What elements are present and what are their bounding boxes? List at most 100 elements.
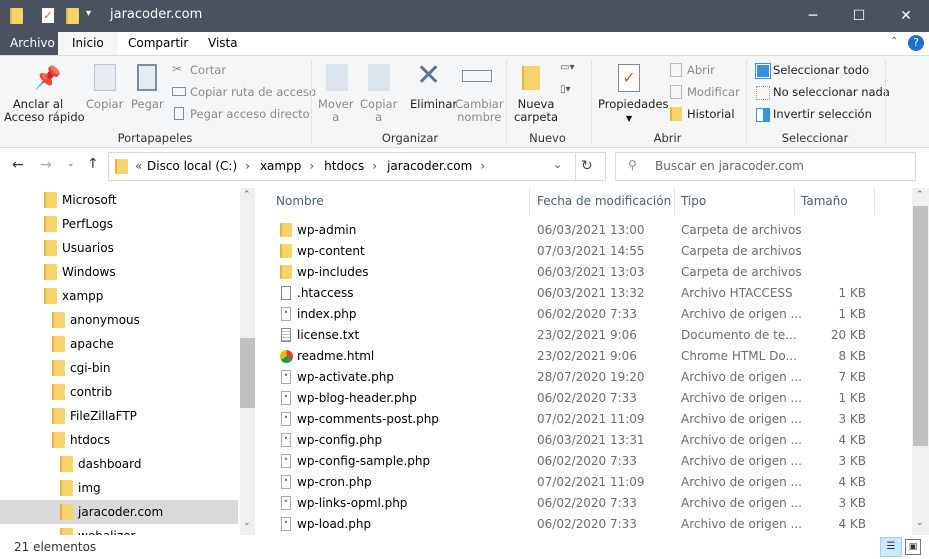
file-row[interactable]: • wp-config-sample.php 06/02/2020 7:33 Arch… [270, 451, 910, 472]
details-view-button[interactable]: ☰ [880, 537, 902, 557]
new-folder-qat-icon[interactable] [66, 8, 79, 24]
search-box[interactable]: ⚲ Buscar en jaracoder.com [615, 152, 916, 181]
tab-compartir[interactable]: Compartir [118, 32, 198, 55]
file-row[interactable]: license.txt 23/02/2021 9:06 Documento de t… [270, 325, 910, 346]
file-row[interactable]: • wp-links-opml.php 06/02/2020 7:33 Archivo… [270, 493, 910, 514]
file-row[interactable]: • wp-cron.php 07/02/2021 11:09 Archivo de o… [270, 472, 910, 493]
breadcrumb-separator-icon[interactable]: › [245, 159, 250, 173]
nav-item[interactable]: cgi-bin [0, 356, 238, 380]
nav-item[interactable]: FileZillaFTP [0, 404, 238, 428]
file-row[interactable]: • wp-activate.php 28/07/2020 19:20 Archivo … [270, 367, 910, 388]
easy-access-icon[interactable]: ▯▾ [560, 84, 571, 95]
search-input[interactable]: Buscar en jaracoder.com [655, 159, 804, 173]
paste-button[interactable]: Pegar [131, 98, 164, 111]
breadcrumb-separator-icon[interactable]: › [480, 159, 485, 173]
invert-selection-button[interactable]: Invertir selección [773, 108, 872, 121]
copy-to-button[interactable]: Copiar a [360, 98, 397, 124]
nav-scrollbar[interactable]: ⌃ ⌄ [240, 188, 255, 535]
history-button[interactable]: Historial [687, 108, 735, 121]
nav-item[interactable]: anonymous [0, 308, 238, 332]
scrollbar-thumb[interactable] [913, 206, 928, 446]
file-size: 3 KB [838, 454, 866, 468]
nav-item[interactable]: apache [0, 332, 238, 356]
pin-quick-access-button[interactable]: Anclar al Acceso rápido [4, 98, 85, 124]
qat-dropdown-icon[interactable]: ▾ [86, 8, 91, 19]
recent-locations-icon[interactable]: ⌄ [67, 159, 75, 169]
column-header-type[interactable]: Tipo [675, 188, 795, 215]
properties-dropdown-icon[interactable]: ▼ [626, 114, 632, 123]
breadcrumb-item[interactable]: xampp [260, 159, 301, 173]
scroll-down-icon[interactable]: ⌄ [916, 518, 924, 528]
copy-button[interactable]: Copiar [86, 98, 123, 111]
nav-item[interactable]: contrib [0, 380, 238, 404]
new-folder-button[interactable]: Nueva carpeta [514, 98, 558, 124]
up-button[interactable]: ↑ [87, 156, 99, 172]
file-type: Documento de te... [681, 328, 797, 342]
address-bar[interactable]: « Disco local (C:) › xampp › htdocs › jaracode… [108, 152, 606, 181]
forward-button[interactable]: → [40, 157, 52, 173]
php-file-icon: • [281, 454, 291, 468]
scroll-up-icon[interactable]: ⌃ [243, 190, 251, 200]
file-row[interactable]: readme.html 23/02/2021 9:06 Chrome HTML Do… [270, 346, 910, 367]
nav-item[interactable]: PerfLogs [0, 212, 238, 236]
minimize-button[interactable]: ─ [790, 0, 836, 32]
select-all-button[interactable]: Seleccionar todo [773, 64, 869, 77]
delete-button[interactable]: Eliminar [410, 98, 457, 111]
nav-item[interactable]: img [0, 476, 238, 500]
rename-button[interactable]: Cambiar nombre [455, 98, 504, 124]
file-row[interactable]: • wp-config.php 06/03/2021 13:31 Archivo de… [270, 430, 910, 451]
cut-button[interactable]: Cortar [190, 64, 226, 77]
nav-item[interactable]: htdocs [0, 428, 238, 452]
paste-shortcut-button[interactable]: Pegar acceso directo [190, 108, 310, 121]
nav-item[interactable]: Windows [0, 260, 238, 284]
copy-path-button[interactable]: Copiar ruta de acceso [190, 86, 316, 99]
address-dropdown-icon[interactable]: ⌄ [553, 158, 562, 171]
file-row[interactable]: • wp-load.php 06/02/2020 7:33 Archivo de or… [270, 514, 910, 535]
breadcrumb-item[interactable]: htdocs [324, 159, 364, 173]
item-count: 21 elementos [14, 540, 97, 554]
tab-archivo[interactable]: Archivo [0, 32, 65, 55]
move-to-button[interactable]: Mover a [318, 98, 354, 124]
file-row[interactable]: • wp-comments-post.php 07/02/2021 11:09 Arc… [270, 409, 910, 430]
nav-item[interactable]: webalizer [0, 524, 238, 535]
breadcrumb-separator-icon[interactable]: › [372, 159, 377, 173]
file-row[interactable]: wp-content 07/03/2021 14:55 Carpeta de arc… [270, 241, 910, 262]
nav-item[interactable]: Usuarios [0, 236, 238, 260]
breadcrumb-item[interactable]: jaracoder.com [387, 159, 472, 173]
file-row[interactable]: wp-includes 06/03/2021 13:03 Carpeta de ar… [270, 262, 910, 283]
breadcrumb-item[interactable]: Disco local (C:) [147, 159, 237, 173]
refresh-button[interactable]: ↻ [581, 158, 593, 174]
nav-item[interactable]: dashboard [0, 452, 238, 476]
properties-qat-icon[interactable]: ✓ [42, 8, 54, 23]
close-button[interactable]: ✕ [883, 0, 929, 32]
open-button[interactable]: Abrir [687, 64, 715, 77]
file-list-scrollbar[interactable]: ⌃ ⌄ [912, 188, 929, 535]
nav-item[interactable]: Microsoft [0, 188, 238, 212]
file-row[interactable]: wp-admin 06/03/2021 13:00 Carpeta de archi… [270, 220, 910, 241]
column-header-date[interactable]: Fecha de modificación [531, 188, 675, 215]
breadcrumb-separator-icon[interactable]: › [309, 159, 314, 173]
nav-item[interactable]: xampp [0, 284, 238, 308]
file-row[interactable]: • wp-blog-header.php 06/02/2020 7:33 Archiv… [270, 388, 910, 409]
scrollbar-thumb[interactable] [240, 338, 255, 408]
file-icon [281, 286, 291, 300]
maximize-button[interactable]: ☐ [836, 0, 882, 32]
new-item-icon[interactable]: ▭▾ [560, 62, 574, 73]
large-icons-view-button[interactable]: ▣ [905, 539, 921, 555]
column-header-name[interactable]: Nombre [270, 188, 530, 215]
edit-button[interactable]: Modificar [687, 86, 740, 99]
collapse-ribbon-icon[interactable]: ⌃ [890, 36, 898, 47]
tab-vista[interactable]: Vista [198, 32, 798, 55]
select-none-button[interactable]: No seleccionar nada [773, 86, 890, 99]
help-icon[interactable]: ? [908, 35, 924, 51]
file-row[interactable]: • index.php 06/02/2020 7:33 Archivo de orig… [270, 304, 910, 325]
scroll-down-icon[interactable]: ⌄ [243, 518, 251, 528]
properties-button[interactable]: Propiedades [598, 98, 669, 111]
column-header-size[interactable]: Tamaño [795, 188, 875, 215]
tab-inicio[interactable]: Inicio [58, 32, 118, 56]
file-row[interactable]: .htaccess 06/03/2021 13:32 Archivo HTACCES… [270, 283, 910, 304]
back-button[interactable]: ← [12, 157, 24, 173]
overflow-chevron[interactable]: « [135, 159, 142, 173]
scroll-up-icon[interactable]: ⌃ [916, 190, 924, 200]
nav-item[interactable]: jaracoder.com [0, 500, 238, 524]
